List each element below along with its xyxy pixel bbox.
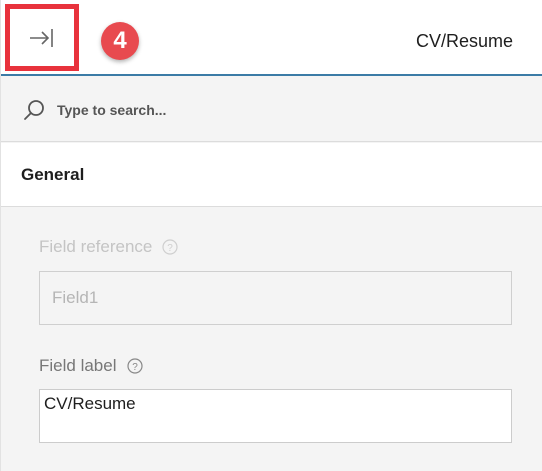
search-bar [1,76,542,142]
field-reference-input [39,271,512,325]
help-icon[interactable]: ? [162,239,178,255]
field-reference-label-text: Field reference [39,237,153,256]
section-general-header[interactable]: General [1,143,542,207]
search-input[interactable] [57,98,497,122]
field-label-label: Field label ? [39,356,143,376]
arrow-right-to-bar-icon [30,28,53,47]
field-label-input[interactable]: CV/Resume [39,389,512,443]
svg-text:?: ? [132,362,138,373]
panel-title: CV/Resume [415,31,513,51]
properties-panel: 4 CV/Resume General Field reference ? Fi… [0,0,542,471]
field-label-label-text: Field label [39,356,117,375]
field-reference-label: Field reference ? [39,237,178,257]
collapse-panel-button[interactable] [5,4,79,71]
panel-header: 4 CV/Resume [1,0,542,76]
help-icon[interactable]: ? [126,358,143,374]
section-title: General [21,165,85,184]
svg-text:?: ? [168,243,174,254]
step-badge: 4 [101,22,139,60]
search-icon [24,100,44,120]
